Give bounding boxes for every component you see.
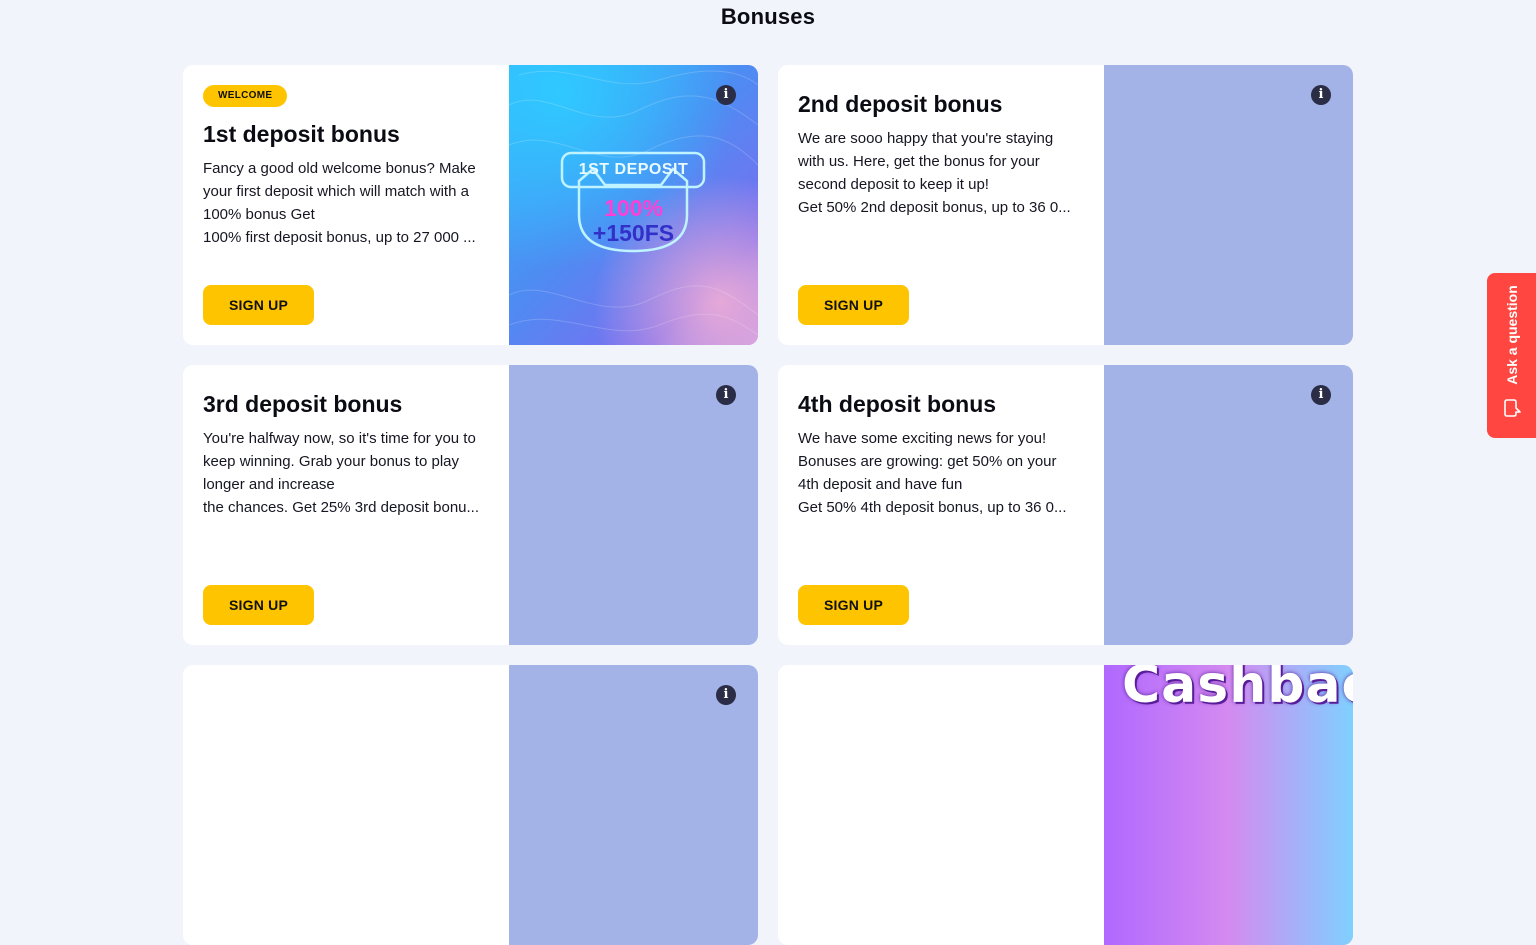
bonus-description-line: We have some exciting news for you! bbox=[798, 430, 1047, 447]
bonus-description: You're halfway now, so it's time for you… bbox=[203, 427, 493, 519]
bonus-image-placeholder: i bbox=[1104, 65, 1353, 345]
bonus-description-line: 4th deposit and have fun bbox=[798, 476, 963, 493]
bonus-card-4th-deposit: 4th deposit bonus We have some exciting … bbox=[778, 365, 1353, 645]
bonus-image-placeholder: i bbox=[509, 665, 758, 945]
bonus-description-line: with us. Here, get the bonus for your bbox=[798, 153, 1040, 170]
info-icon[interactable]: i bbox=[716, 385, 736, 405]
bonus-description-line: the chances. Get 25% 3rd deposit bonu... bbox=[203, 499, 480, 516]
bonus-description-line: second deposit to keep it up! bbox=[798, 176, 989, 193]
bonus-card-body bbox=[183, 665, 509, 945]
bonus-grid: WELCOME 1st deposit bonus Fancy a good o… bbox=[183, 65, 1353, 945]
cashback-promo-image: Cashback bbox=[1104, 665, 1353, 945]
sign-up-button[interactable]: SIGN UP bbox=[798, 585, 909, 625]
bonus-card-1st-deposit: WELCOME 1st deposit bonus Fancy a good o… bbox=[183, 65, 758, 345]
ask-a-question-label: Ask a question bbox=[1503, 285, 1520, 385]
bonus-title: 3rd deposit bonus bbox=[203, 391, 403, 417]
bonus-image-placeholder: i bbox=[1104, 365, 1353, 645]
info-icon[interactable]: i bbox=[1311, 385, 1331, 405]
bonus-title: 4th deposit bonus bbox=[798, 391, 997, 417]
promo-heading: 1ST DEPOSIT bbox=[578, 161, 689, 178]
sign-up-button[interactable]: SIGN UP bbox=[203, 285, 314, 325]
bonus-card-body bbox=[778, 665, 1104, 945]
bonus-description-line: Get 50% 4th deposit bonus, up to 36 0... bbox=[798, 499, 1067, 516]
promo-percent: 100% bbox=[604, 195, 663, 221]
info-icon[interactable]: i bbox=[716, 685, 736, 705]
info-icon[interactable]: i bbox=[716, 85, 736, 105]
cashback-wordmark: Cashback bbox=[1122, 665, 1353, 715]
bonus-description-line: keep winning. Grab your bonus to play bbox=[203, 453, 459, 470]
bonus-description-line: Get 50% 2nd deposit bonus, up to 36 0... bbox=[798, 199, 1071, 216]
bonus-card-body: 2nd deposit bonus We are sooo happy that… bbox=[778, 65, 1104, 345]
promo-artwork: 1ST DEPOSIT 100% +150FS bbox=[509, 65, 758, 345]
bonus-promo-image: 1ST DEPOSIT 100% +150FS i bbox=[509, 65, 758, 345]
sign-up-button[interactable]: SIGN UP bbox=[798, 285, 909, 325]
bonus-description-line: 100% first deposit bonus, up to 27 000 .… bbox=[203, 229, 476, 246]
cashback-artwork: Cashback bbox=[1104, 665, 1353, 945]
bonus-description: We are sooo happy that you're staying wi… bbox=[798, 127, 1088, 219]
bonus-description-line: We are sooo happy that you're staying bbox=[798, 130, 1054, 147]
bonus-image-placeholder: i bbox=[509, 365, 758, 645]
bonus-card-2nd-deposit: 2nd deposit bonus We are sooo happy that… bbox=[778, 65, 1353, 345]
welcome-badge: WELCOME bbox=[203, 85, 288, 107]
bonus-title: 1st deposit bonus bbox=[203, 121, 400, 147]
promo-freespins: +150FS bbox=[592, 220, 675, 246]
bonus-description-line: Fancy a good old welcome bonus? Make bbox=[203, 160, 476, 177]
bonus-card-5: i bbox=[183, 665, 758, 945]
bonus-description-line: your first deposit which will match with… bbox=[203, 183, 469, 200]
bonus-description-line: longer and increase bbox=[203, 476, 335, 493]
bonus-description: We have some exciting news for you! Bonu… bbox=[798, 427, 1088, 519]
bonus-card-body: WELCOME 1st deposit bonus Fancy a good o… bbox=[183, 65, 509, 345]
bonus-description: Fancy a good old welcome bonus? Make you… bbox=[203, 157, 493, 249]
sign-up-button[interactable]: SIGN UP bbox=[203, 585, 314, 625]
bonus-description-line: You're halfway now, so it's time for you… bbox=[203, 430, 476, 447]
info-icon[interactable]: i bbox=[1311, 85, 1331, 105]
bonus-card-body: 3rd deposit bonus You're halfway now, so… bbox=[183, 365, 509, 645]
bonus-card-body: 4th deposit bonus We have some exciting … bbox=[778, 365, 1104, 645]
bonus-description-line: 100% bonus Get bbox=[203, 206, 315, 223]
chat-bubble-icon bbox=[1504, 399, 1521, 417]
page-title: Bonuses bbox=[720, 4, 816, 29]
ask-a-question-tab[interactable]: Ask a question bbox=[1487, 273, 1536, 438]
bonus-card-3rd-deposit: 3rd deposit bonus You're halfway now, so… bbox=[183, 365, 758, 645]
bonus-description-line: Bonuses are growing: get 50% on your bbox=[798, 453, 1057, 470]
bonus-title: 2nd deposit bonus bbox=[798, 91, 1003, 117]
bonus-card-cashback: Cashback bbox=[778, 665, 1353, 945]
